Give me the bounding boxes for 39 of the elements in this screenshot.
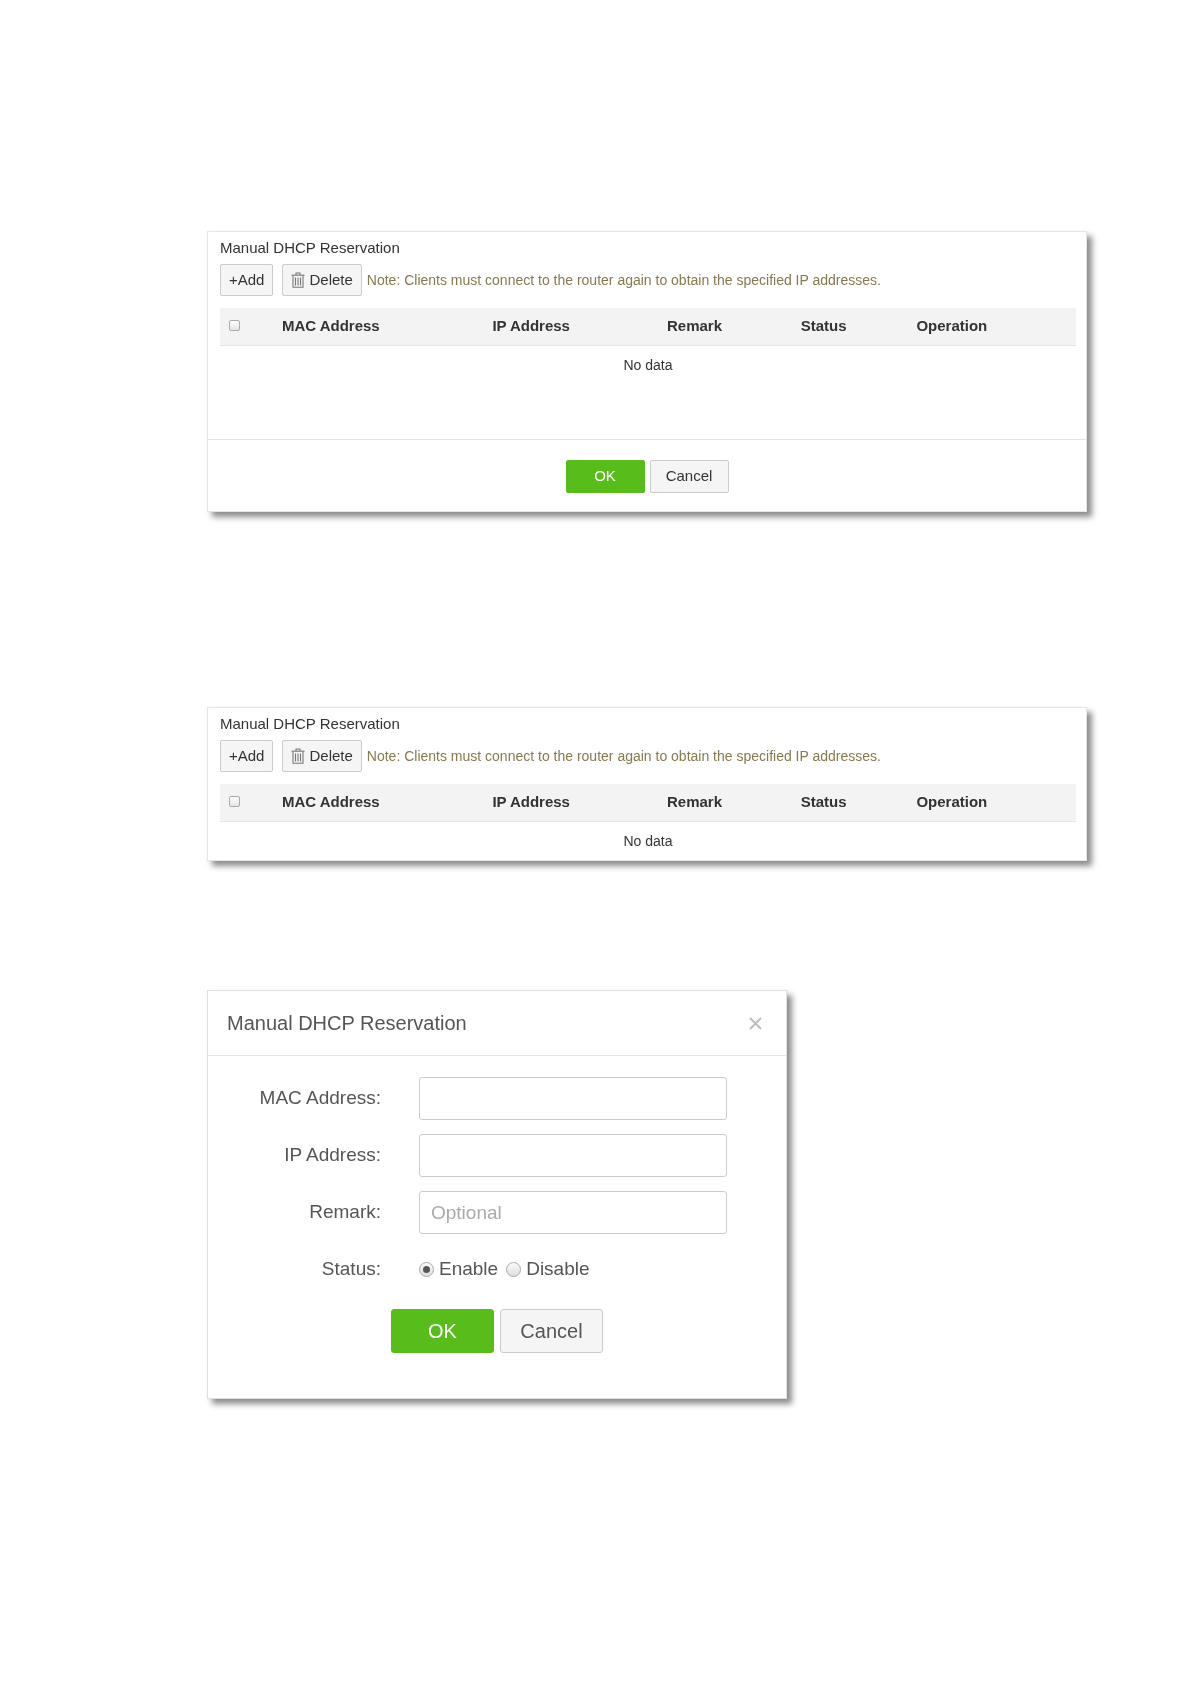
add-button[interactable]: +Add: [220, 740, 274, 772]
dialog-title: Manual DHCP Reservation: [227, 1011, 467, 1036]
trash-icon: [291, 748, 306, 764]
delete-button[interactable]: Delete: [282, 740, 362, 772]
trash-icon: [291, 272, 306, 288]
column-header: Operation: [916, 793, 988, 811]
column-header: MAC Address: [281, 317, 380, 335]
empty-message: No data: [623, 355, 673, 375]
column-header: Operation: [916, 317, 988, 335]
cancel-button[interactable]: Cancel: [649, 460, 729, 493]
field-label: IP Address:: [283, 1143, 381, 1168]
input-field[interactable]: [419, 1077, 727, 1120]
close-icon[interactable]: [749, 1016, 762, 1030]
column-header: Remark: [667, 317, 723, 335]
field-label: MAC Address:: [258, 1086, 381, 1111]
radio-label: Disable: [526, 1256, 590, 1281]
delete-button[interactable]: Delete: [282, 264, 362, 296]
column-header: IP Address: [492, 793, 570, 811]
input-field[interactable]: [419, 1134, 727, 1177]
column-header: Status: [800, 317, 847, 335]
column-header: Remark: [667, 793, 723, 811]
column-header: IP Address: [492, 317, 570, 335]
panel-title: Manual DHCP Reservation: [220, 715, 401, 733]
panel-title: Manual DHCP Reservation: [220, 239, 401, 257]
field-label: Status:: [320, 1256, 381, 1281]
note-text: Note: Clients must connect to the router again to obtain the specified IP addresses.: [366, 746, 881, 766]
radio-label: Enable: [439, 1256, 499, 1281]
select-all-checkbox[interactable]: [229, 320, 240, 332]
radio-button[interactable]: [419, 1261, 434, 1277]
field-label: Remark:: [308, 1200, 381, 1225]
column-header: Status: [800, 793, 847, 811]
empty-message: No data: [623, 831, 673, 851]
radio-button[interactable]: [506, 1261, 522, 1277]
cancel-button[interactable]: Cancel: [500, 1309, 603, 1353]
add-button[interactable]: +Add: [220, 264, 274, 296]
input-field[interactable]: Optional: [419, 1191, 727, 1234]
select-all-checkbox[interactable]: [229, 796, 240, 808]
column-header: MAC Address: [281, 793, 380, 811]
note-text: Note: Clients must connect to the router again to obtain the specified IP addresses.: [366, 270, 881, 290]
